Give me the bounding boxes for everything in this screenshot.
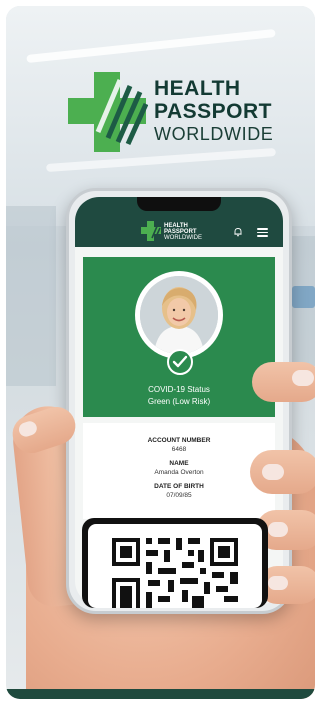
- background-sign: [292, 286, 315, 308]
- bottom-accent-bar: [6, 689, 315, 699]
- header-logo: HEALTH PASSPORT WORLDWIDE: [141, 221, 221, 243]
- avatar: [140, 276, 218, 354]
- account-number-value: 6468: [171, 446, 187, 453]
- hand-finger: [252, 362, 315, 402]
- qr-code-panel: [88, 524, 262, 608]
- cross-stripes-logo-icon: [68, 72, 148, 152]
- header-logo-line3: WORLDWIDE: [164, 235, 202, 241]
- bell-icon[interactable]: [233, 227, 243, 237]
- logo-line-passport: PASSPORT: [154, 100, 272, 123]
- checkmark-icon: [172, 355, 188, 368]
- app-header: HEALTH PASSPORT WORLDWIDE: [75, 197, 283, 247]
- qr-code: [112, 538, 238, 608]
- health-passport-logo: HEALTH PASSPORT WORLDWIDE: [68, 72, 278, 152]
- logo-wordmark: HEALTH PASSPORT WORLDWIDE: [154, 78, 273, 143]
- phone-notch: [137, 197, 221, 211]
- logo-line-worldwide: WORLDWIDE: [154, 124, 274, 144]
- hand-finger: [250, 450, 315, 494]
- logo-line-health: HEALTH: [154, 77, 241, 100]
- avatar-ring: [135, 271, 223, 359]
- status-title: COVID-19 Status: [148, 385, 210, 394]
- hamburger-menu-icon[interactable]: [257, 228, 268, 237]
- status-value: Green (Low Risk): [147, 397, 211, 406]
- dob-label: DATE OF BIRTH: [154, 483, 204, 490]
- header-logo-icon: [141, 221, 161, 241]
- name-value: Amanda Overton: [154, 469, 204, 476]
- name-label: NAME: [169, 460, 189, 467]
- account-number-label: ACCOUNT NUMBER: [147, 437, 211, 444]
- header-logo-text: HEALTH PASSPORT WORLDWIDE: [164, 223, 202, 241]
- background-wall: [6, 206, 56, 386]
- covid-status-card: COVID-19 Status Green (Low Risk): [83, 257, 275, 417]
- account-info-card: ACCOUNT NUMBER 6468 NAME Amanda Overton …: [83, 423, 275, 519]
- avatar-photo: [140, 276, 218, 354]
- dob-value: 07/09/85: [166, 492, 192, 499]
- app-store-screenshot: HEALTH PASSPORT WORLDWIDE HEALTH PASSPOR…: [6, 6, 315, 699]
- verified-check-badge: [167, 349, 193, 375]
- qr-code-card: [82, 518, 268, 608]
